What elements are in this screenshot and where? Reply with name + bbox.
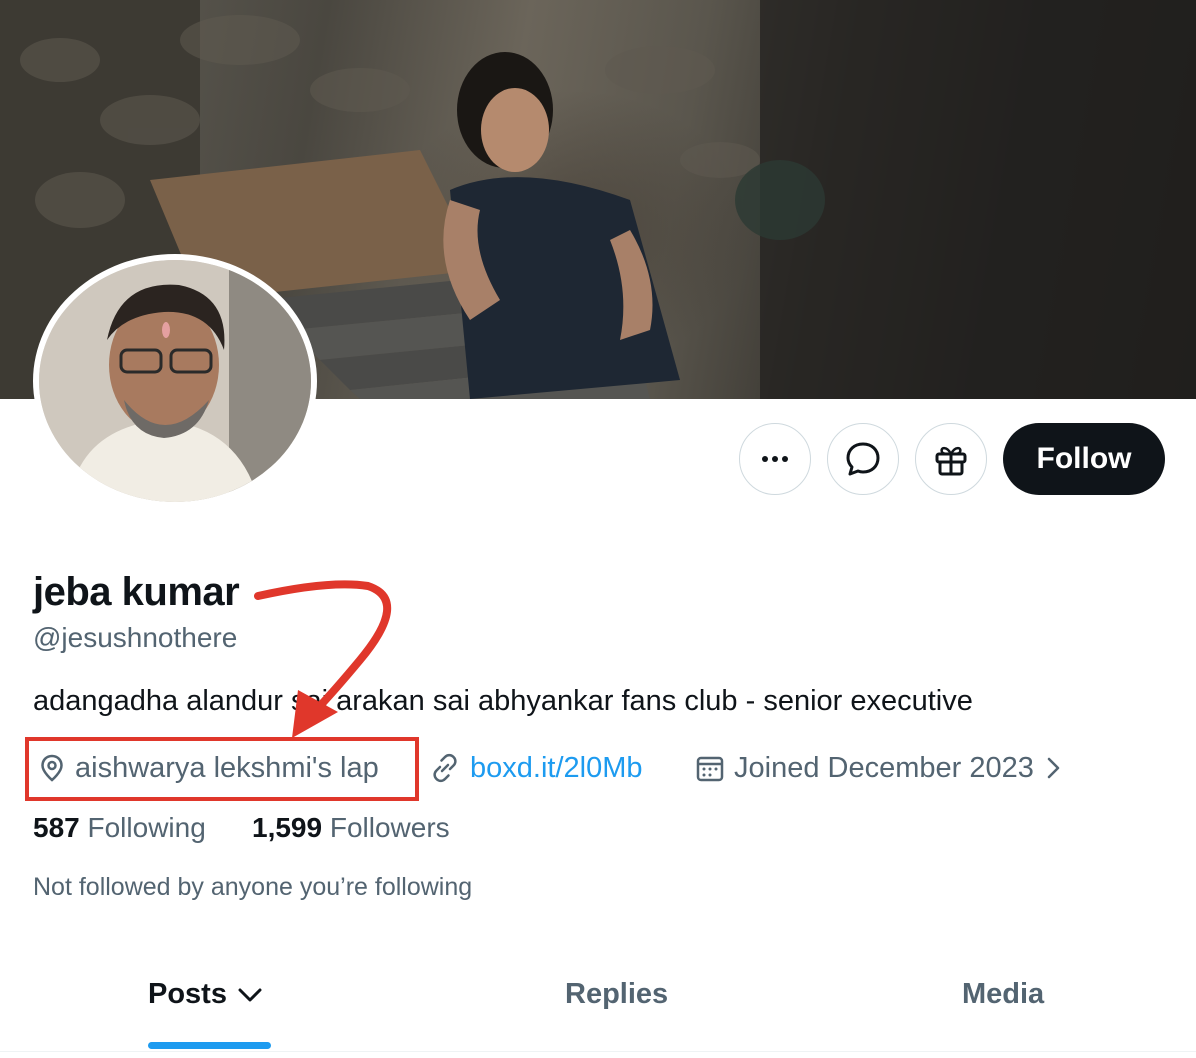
display-name: jeba kumar (33, 570, 240, 614)
annotation-highlight-box (25, 737, 419, 801)
tab-media[interactable]: Media (962, 978, 1044, 1011)
link-icon (433, 753, 457, 783)
more-horizontal-icon (762, 456, 788, 462)
avatar-photo-illustration (39, 260, 311, 502)
chevron-down-icon (238, 988, 262, 1001)
tab-posts[interactable]: Posts (148, 978, 265, 1011)
following-label: Following (87, 812, 206, 843)
follow-button[interactable]: Follow (1003, 423, 1165, 495)
website-link[interactable]: boxd.it/2l0Mb (470, 752, 643, 785)
more-options-button[interactable] (739, 423, 811, 495)
tab-posts-label: Posts (148, 978, 227, 1010)
tab-replies-label: Replies (565, 978, 669, 1010)
avatar[interactable] (33, 254, 317, 508)
website-item[interactable]: boxd.it/2l0Mb (428, 748, 643, 788)
tab-replies[interactable]: Replies (565, 978, 668, 1011)
following-stat[interactable]: 587 Following (33, 812, 206, 844)
bio-text: adangadha alandur sai arakan sai abhyank… (33, 685, 973, 717)
tab-media-label: Media (962, 978, 1045, 1010)
calendar-icon (696, 756, 724, 782)
user-handle: @jesushnothere (33, 622, 238, 653)
followers-label: Followers (329, 812, 450, 843)
mutual-followers-note: Not followed by anyone you’re following (33, 873, 473, 901)
joined-date-text: Joined December 2023 (734, 751, 1034, 784)
active-tab-indicator (148, 1042, 271, 1049)
followers-count: 1,599 (252, 812, 323, 843)
following-count: 587 (33, 812, 80, 843)
followers-stat[interactable]: 1,599 Followers (252, 812, 450, 844)
joined-date-item[interactable]: Joined December 2023 (694, 748, 1074, 788)
gift-button[interactable] (915, 423, 987, 495)
tabs-divider (0, 1051, 1196, 1052)
message-bubble-icon (846, 442, 880, 476)
chevron-right-icon (1047, 757, 1060, 779)
message-button[interactable] (827, 423, 899, 495)
gift-icon (935, 446, 967, 476)
